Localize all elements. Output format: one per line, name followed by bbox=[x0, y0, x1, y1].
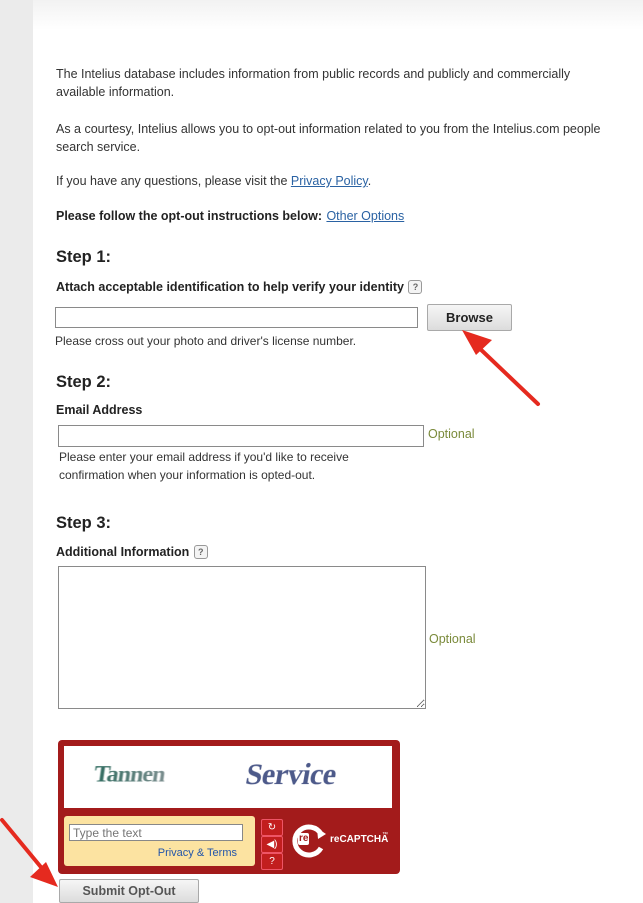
step2-title: Step 2: bbox=[56, 373, 112, 391]
captcha-help-icon[interactable]: ? bbox=[261, 853, 283, 870]
email-input[interactable] bbox=[58, 425, 424, 447]
captcha-word-2: Service bbox=[243, 758, 339, 791]
instructions-label: Please follow the opt-out instructions b… bbox=[56, 209, 322, 223]
additional-info-optional-label: Optional bbox=[429, 632, 476, 646]
recaptcha-logo: re reCAPTCHA ™ bbox=[290, 822, 390, 860]
refresh-captcha-icon[interactable]: ↻ bbox=[261, 819, 283, 836]
captcha-word-1: Tannen bbox=[92, 762, 167, 788]
recaptcha-re-text: re bbox=[298, 833, 310, 845]
intro-paragraph-2: As a courtesy, Intelius allows you to op… bbox=[56, 122, 601, 154]
step3-label-row: Additional Information ? bbox=[56, 543, 208, 561]
step1-title: Step 1: bbox=[56, 248, 112, 266]
step1-note: Please cross out your photo and driver's… bbox=[55, 334, 357, 348]
intro-paragraph-3-suffix: . bbox=[367, 174, 372, 188]
step1-label-row: Attach acceptable identification to help… bbox=[56, 278, 423, 296]
intro-paragraph-3-text: If you have any questions, please visit … bbox=[56, 174, 291, 188]
browse-button[interactable]: Browse bbox=[427, 304, 512, 331]
help-icon[interactable]: ? bbox=[408, 280, 423, 294]
help-icon[interactable]: ? bbox=[193, 545, 208, 559]
step3-title: Step 3: bbox=[56, 514, 112, 532]
submit-opt-out-button[interactable]: Submit Opt-Out bbox=[59, 879, 199, 903]
other-options-link[interactable]: Other Options bbox=[326, 209, 404, 223]
email-label: Email Address bbox=[56, 403, 143, 417]
recaptcha-logo-text: reCAPTCHA bbox=[330, 834, 389, 845]
additional-info-label: Additional Information bbox=[56, 545, 190, 559]
additional-info-textarea[interactable] bbox=[58, 566, 426, 709]
top-fade bbox=[33, 0, 643, 30]
step2-note-line1: Please enter your email address if you'd… bbox=[59, 450, 349, 464]
page: The Intelius database includes informati… bbox=[33, 0, 643, 903]
captcha-input-area: Privacy & Terms bbox=[64, 816, 255, 866]
recaptcha-tm: ™ bbox=[382, 832, 388, 838]
step2-note-line2: confirmation when your information is op… bbox=[59, 468, 316, 482]
captcha-response-input[interactable] bbox=[69, 824, 243, 841]
instructions-line: Please follow the opt-out instructions b… bbox=[56, 207, 404, 225]
privacy-policy-link[interactable]: Privacy Policy bbox=[291, 174, 368, 188]
id-file-path-input[interactable] bbox=[55, 307, 418, 328]
intro-paragraph-1: The Intelius database includes informati… bbox=[56, 67, 571, 99]
recaptcha-widget: Tannen Service Privacy & Terms ↻ ◀) ? re… bbox=[58, 740, 400, 874]
email-optional-label: Optional bbox=[428, 427, 475, 441]
intro-paragraph-3: If you have any questions, please visit … bbox=[56, 172, 616, 190]
step1-label: Attach acceptable identification to help… bbox=[56, 280, 404, 294]
audio-captcha-icon[interactable]: ◀) bbox=[261, 836, 283, 853]
captcha-image: Tannen Service bbox=[64, 746, 392, 808]
privacy-terms-link[interactable]: Privacy & Terms bbox=[158, 847, 237, 859]
